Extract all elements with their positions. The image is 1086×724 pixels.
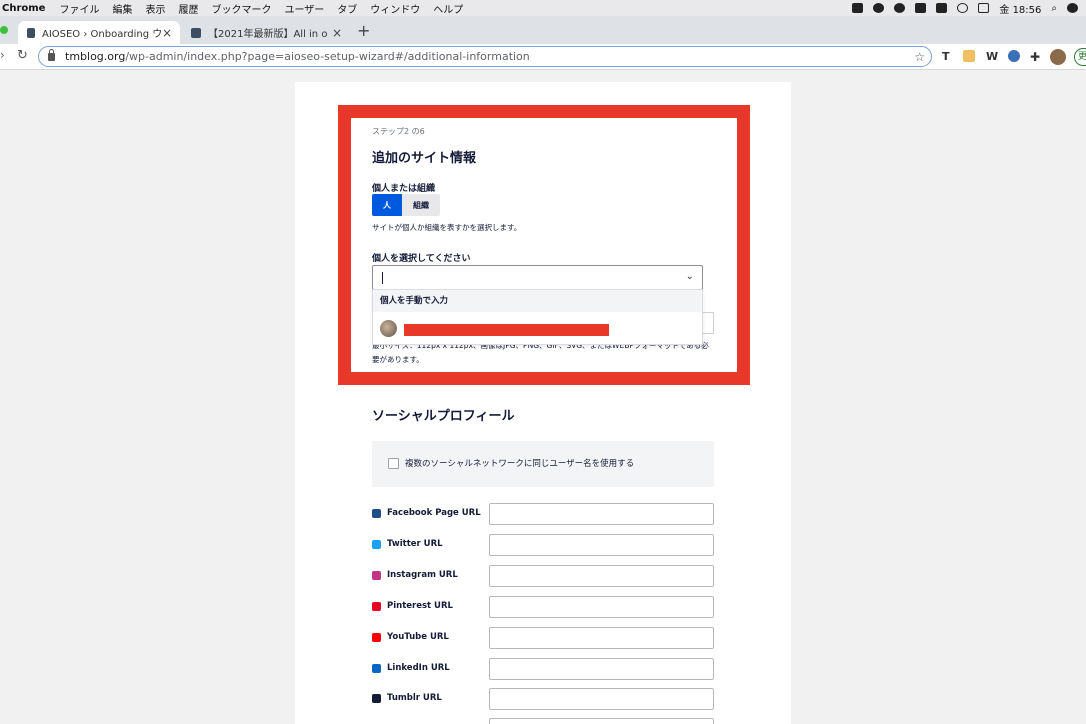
instagram-label: Instagram URL	[387, 570, 458, 580]
youtube-icon	[372, 633, 381, 642]
redacted-username[interactable]	[404, 324, 609, 336]
pinterest-url-input[interactable]	[489, 596, 714, 618]
same-username-checkbox[interactable]	[388, 458, 399, 469]
pinterest-label: Pinterest URL	[387, 601, 453, 611]
tumblr-row: Tumblr URL	[372, 688, 714, 710]
organization-option-button[interactable]: 組織	[402, 194, 440, 216]
linkedin-label: LinkedIn URL	[387, 663, 450, 673]
wifi-icon[interactable]	[957, 3, 969, 13]
menu-view[interactable]: 表示	[145, 1, 165, 16]
extension-globe-icon[interactable]	[1008, 50, 1020, 62]
instagram-row: Instagram URL	[372, 565, 714, 587]
tab-strip: AIOSEO › Onboarding ウィザー × 【2021年最新版】All…	[0, 16, 1086, 44]
person-or-org-label: 個人または組織	[372, 184, 436, 194]
manual-entry-option[interactable]: 個人を手動で入力	[373, 290, 702, 312]
pinterest-row: Pinterest URL	[372, 596, 714, 618]
bluetooth-icon[interactable]	[915, 3, 927, 13]
spotlight-search-icon[interactable]: ⌕	[1051, 3, 1057, 14]
facebook-icon	[372, 509, 381, 518]
youtube-url-input[interactable]	[489, 627, 714, 649]
update-button[interactable]: 更	[1074, 48, 1086, 66]
twitter-label: Twitter URL	[387, 539, 443, 549]
next-url-input[interactable]	[489, 718, 714, 724]
instagram-icon	[372, 571, 381, 580]
rocket-icon[interactable]	[852, 3, 864, 13]
menu-window[interactable]: ウィンドウ	[370, 1, 420, 16]
profile-avatar[interactable]	[1050, 49, 1066, 65]
linkedin-icon	[372, 664, 381, 673]
person-dropdown: 個人を手動で入力	[372, 289, 703, 345]
tumblr-label: Tumblr URL	[387, 693, 442, 703]
input-method-icon[interactable]	[936, 3, 948, 13]
clock[interactable]: 金 18:56	[999, 1, 1041, 16]
status-area: 金 18:56 ⌕	[852, 0, 1078, 16]
linkedin-row: LinkedIn URL	[372, 658, 714, 680]
person-select[interactable]: ⌄	[372, 265, 703, 290]
person-option-button[interactable]: 人	[372, 194, 402, 216]
wordpress-favicon-icon	[27, 27, 35, 38]
extension-grid-icon[interactable]	[963, 50, 975, 62]
chevron-down-icon[interactable]: ⌄	[686, 271, 694, 282]
extensions-puzzle-icon[interactable]: ✚	[1030, 50, 1040, 64]
step-indicator: ステップ2 の6	[372, 127, 425, 136]
tumblr-icon	[372, 694, 381, 703]
same-username-box: 複数のソーシャルネットワークに同じユーザー名を使用する	[372, 441, 714, 487]
extension-w-icon[interactable]: W	[986, 50, 998, 63]
youtube-row: YouTube URL	[372, 627, 714, 649]
twitter-icon	[372, 540, 381, 549]
menu-bookmarks[interactable]: ブックマーク	[211, 1, 271, 16]
menu-file[interactable]: ファイル	[59, 1, 99, 16]
next-social-row	[372, 718, 714, 724]
same-username-label[interactable]: 複数のソーシャルネットワークに同じユーザー名を使用する	[405, 457, 634, 469]
person-org-help: サイトが個人か組織を表すかを選択します。	[372, 223, 522, 232]
browser-toolbar: › ↻ tmblog.org /wp-admin/index.php?page=…	[0, 44, 1086, 70]
menu-user[interactable]: ユーザー	[284, 1, 324, 16]
menu-history[interactable]: 履歴	[178, 1, 198, 16]
wordpress-favicon-icon	[191, 27, 201, 38]
menu-app-name[interactable]: Chrome	[2, 3, 45, 14]
user-avatar[interactable]	[380, 320, 397, 337]
window-zoom-icon[interactable]	[0, 26, 8, 34]
menu-help[interactable]: ヘルプ	[433, 1, 463, 16]
image-url-input[interactable]	[703, 312, 714, 334]
tab-title: AIOSEO › Onboarding ウィザー	[41, 29, 162, 40]
tab-aioseo-onboarding[interactable]: AIOSEO › Onboarding ウィザー ×	[18, 21, 180, 44]
twitter-row: Twitter URL	[372, 534, 714, 556]
menu-edit[interactable]: 編集	[112, 1, 132, 16]
text-cursor	[382, 272, 383, 284]
address-bar[interactable]: tmblog.org /wp-admin/index.php?page=aios…	[38, 46, 932, 67]
facebook-row: Facebook Page URL	[372, 503, 714, 525]
facebook-url-input[interactable]	[489, 503, 714, 525]
forward-arrow-icon[interactable]: ›	[0, 48, 5, 62]
social-profiles-heading: ソーシャルプロフィール	[372, 409, 515, 424]
facebook-label: Facebook Page URL	[387, 508, 481, 518]
tumblr-url-input[interactable]	[489, 688, 714, 710]
url-path: /wp-admin/index.php?page=aioseo-setup-wi…	[125, 50, 530, 63]
page-title: 追加のサイト情報	[372, 151, 477, 166]
extension-t-icon[interactable]: T	[942, 50, 950, 63]
lock-icon[interactable]	[48, 48, 55, 61]
bookmark-star-icon[interactable]: ☆	[914, 50, 925, 64]
pinterest-icon	[372, 602, 381, 611]
new-tab-button[interactable]: +	[357, 21, 370, 40]
close-tab-icon[interactable]: ×	[332, 26, 342, 40]
tab-title: 【2021年最新版】All in one SEO	[208, 29, 328, 40]
instagram-url-input[interactable]	[489, 565, 714, 587]
image-help-line2: 要があります。	[372, 355, 424, 364]
menu-tab[interactable]: タブ	[337, 1, 357, 16]
close-tab-icon[interactable]: ×	[162, 26, 172, 40]
twitter-url-input[interactable]	[489, 534, 714, 556]
cloud-icon[interactable]	[873, 3, 885, 13]
menu-bar: Chrome ファイル 編集 表示 履歴 ブックマーク ユーザー タブ ウィンド…	[0, 0, 1086, 16]
youtube-label: YouTube URL	[387, 632, 449, 642]
select-person-label: 個人を選択してください	[372, 254, 471, 264]
hat-icon[interactable]	[894, 3, 906, 13]
battery-icon[interactable]	[978, 3, 990, 13]
url-host: tmblog.org	[65, 50, 126, 63]
reload-icon[interactable]: ↻	[17, 48, 28, 63]
person-org-toggle: 人 組織	[372, 194, 440, 216]
user-menu-icon[interactable]	[1067, 3, 1078, 13]
tab-article[interactable]: 【2021年最新版】All in one SEO ×	[182, 21, 350, 44]
linkedin-url-input[interactable]	[489, 658, 714, 680]
